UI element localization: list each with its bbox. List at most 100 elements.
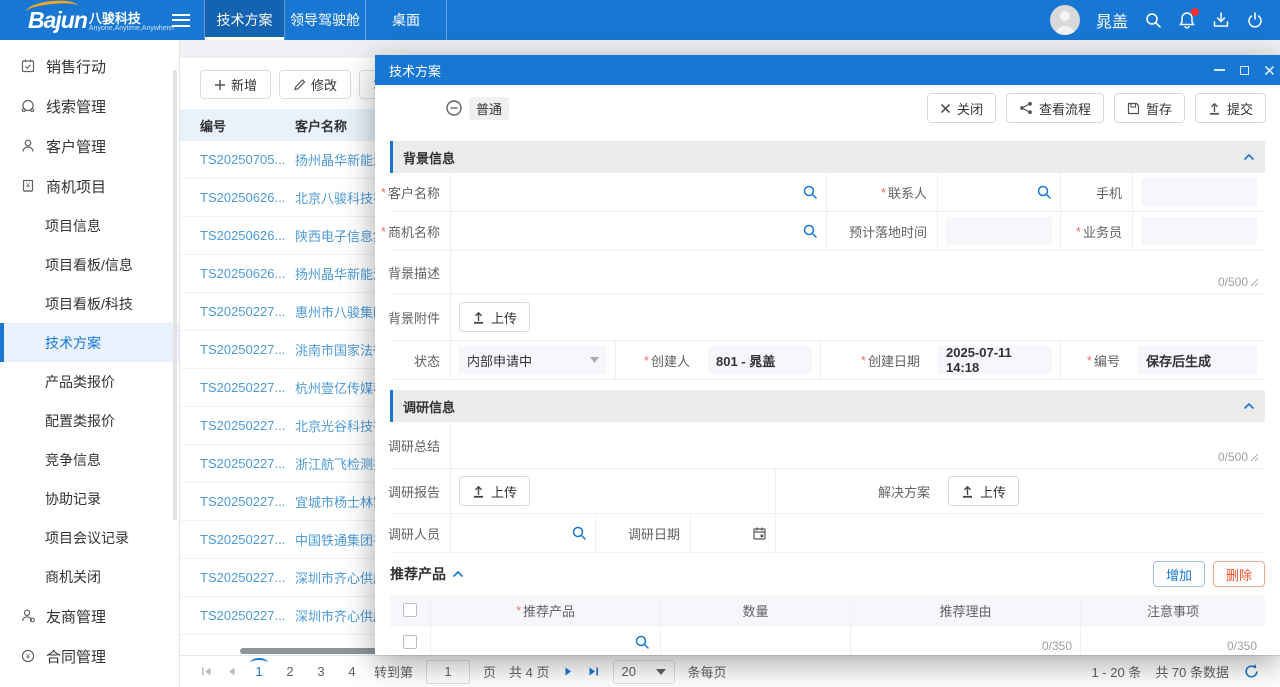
quantity-field[interactable] [660,625,850,655]
salesman-field[interactable] [1141,217,1257,245]
sidebar-scrollbar[interactable] [173,70,177,520]
product-add-button[interactable]: 增加 [1153,561,1205,587]
collapse-chevron-icon[interactable] [1243,153,1255,161]
select-all-checkbox[interactable] [403,603,417,617]
sidebar-item-label: 客户管理 [46,136,106,157]
research-date-field[interactable] [690,514,775,552]
goto-page-input[interactable]: 1 [426,660,470,684]
brand-logo[interactable]: Bajun 八骏科技 Anyone,Anytime,Anywhere! [0,0,160,40]
sidebar-item-opportunity-close[interactable]: 商机关闭 [0,557,179,596]
research-summary-textarea[interactable]: 0/500 [450,422,1265,468]
sidebar-item-tech-plan[interactable]: 技术方案 [0,323,179,362]
customer-name-field[interactable] [450,173,826,211]
contact-field[interactable] [937,173,1060,211]
sidebar-item-competition-info[interactable]: 竞争信息 [0,440,179,479]
goto-prefix: 转到第 [374,662,413,681]
add-button[interactable]: 新增 [200,70,271,99]
sidebar-item-project-info[interactable]: 项目信息 [0,206,179,245]
tab-tech-plan[interactable]: 技术方案 [204,0,285,40]
last-page-icon[interactable] [587,665,600,678]
view-flow-button[interactable]: 查看流程 [1006,93,1104,123]
sidebar-item-project-board-tech[interactable]: 项目看板/科技 [0,284,179,323]
notification-bell-icon[interactable] [1178,11,1196,29]
expected-date-field[interactable] [946,217,1052,245]
calendar-icon[interactable] [752,526,767,541]
background-upload-button[interactable]: 上传 [459,302,530,332]
search-icon[interactable] [1144,11,1162,29]
next-page-icon[interactable] [563,665,574,678]
sidebar-item-label: 商机项目 [46,176,106,197]
edit-button[interactable]: 修改 [279,70,351,99]
reason-field[interactable]: 0/350 [850,625,1080,655]
page-number[interactable]: 1 [250,664,268,679]
product-field[interactable] [430,625,660,655]
notes-field[interactable]: 0/350 [1080,625,1265,655]
background-desc-textarea[interactable]: 0/500 [450,251,1265,293]
page-number[interactable]: 3 [312,664,330,679]
page-number[interactable]: 2 [281,664,299,679]
salesman-label: 业务员 [1083,222,1122,241]
sidebar-item-customers[interactable]: 客户管理 [0,126,179,166]
sidebar-item-product-quote[interactable]: 产品类报价 [0,362,179,401]
sidebar-item-implementation[interactable]: 项目实施(简) [0,676,179,687]
modal-title: 技术方案 [389,61,441,80]
caret-down-icon [656,669,666,675]
search-icon[interactable] [802,184,818,200]
submit-button[interactable]: 提交 [1195,93,1266,123]
tab-leader-dashboard[interactable]: 领导驾驶舱 [285,0,366,40]
resize-handle-icon[interactable] [1250,278,1259,287]
download-icon[interactable] [1212,11,1230,29]
collapse-chevron-icon[interactable] [452,565,464,583]
sidebar-item-project-meetings[interactable]: 项目会议记录 [0,518,179,557]
range-text: 1 - 20 条 [1091,662,1141,681]
mobile-field[interactable] [1141,178,1257,206]
minimize-icon[interactable] [1214,69,1225,71]
code-field: 保存后生成 [1138,346,1257,374]
research-report-upload-button[interactable]: 上传 [459,476,530,506]
opportunity-name-field[interactable] [450,212,826,250]
sidebar-item-contracts[interactable]: ¥ 合同管理 [0,636,179,676]
collapse-chevron-icon[interactable] [1243,402,1255,410]
avatar[interactable] [1050,5,1080,35]
resize-handle-icon[interactable] [1250,453,1259,462]
sidebar-item-opportunities[interactable]: ¥ 商机项目 [0,166,179,206]
search-icon[interactable] [634,634,650,650]
search-icon[interactable] [802,223,818,239]
sidebar-item-partners[interactable]: 友商管理 [0,596,179,636]
sidebar-item-assist-records[interactable]: 协助记录 [0,479,179,518]
search-icon[interactable] [571,525,587,541]
product-delete-button[interactable]: 删除 [1213,561,1265,587]
close-form-button[interactable]: 关闭 [927,93,996,123]
sidebar-item-leads[interactable]: 线索管理 [0,86,179,126]
section-header-background: 背景信息 [390,141,1265,173]
summary-counter: 0/500 [1218,450,1248,464]
prev-page-icon[interactable] [226,665,237,678]
save-draft-button[interactable]: 暂存 [1114,93,1185,123]
search-icon[interactable] [1036,184,1052,200]
solution-label: 解决方案 [878,482,930,501]
tab-desktop[interactable]: 桌面 [366,0,447,40]
save-icon [1127,102,1140,115]
top-tabs: 技术方案 领导驾驶舱 桌面 [204,0,447,40]
power-icon[interactable] [1246,11,1264,29]
user-name[interactable]: 晁盖 [1096,8,1128,32]
close-icon[interactable] [1264,65,1275,76]
sidebar-item-sales-action[interactable]: 销售行动 [0,46,179,86]
researcher-field[interactable] [450,514,595,552]
solution-upload-button[interactable]: 上传 [948,476,1019,506]
sidebar-item-label: 友商管理 [46,606,106,627]
row-checkbox[interactable] [403,635,417,649]
sidebar-item-project-board-info[interactable]: 项目看板/信息 [0,245,179,284]
app-screen: Bajun 八骏科技 Anyone,Anytime,Anywhere! 技术方案… [0,0,1280,687]
page-size-select[interactable]: 20 [613,660,675,684]
refresh-icon[interactable] [1243,663,1260,680]
page-number[interactable]: 4 [343,664,361,679]
goto-suffix: 页 [483,662,496,681]
status-label: 状态 [414,351,440,370]
status-select[interactable]: 内部申请中 [459,346,607,374]
total-text: 共 70 条数据 [1155,662,1229,681]
sidebar-item-config-quote[interactable]: 配置类报价 [0,401,179,440]
products-title: 推荐产品 [390,564,446,584]
first-page-icon[interactable] [200,665,213,678]
maximize-icon[interactable] [1240,66,1249,75]
